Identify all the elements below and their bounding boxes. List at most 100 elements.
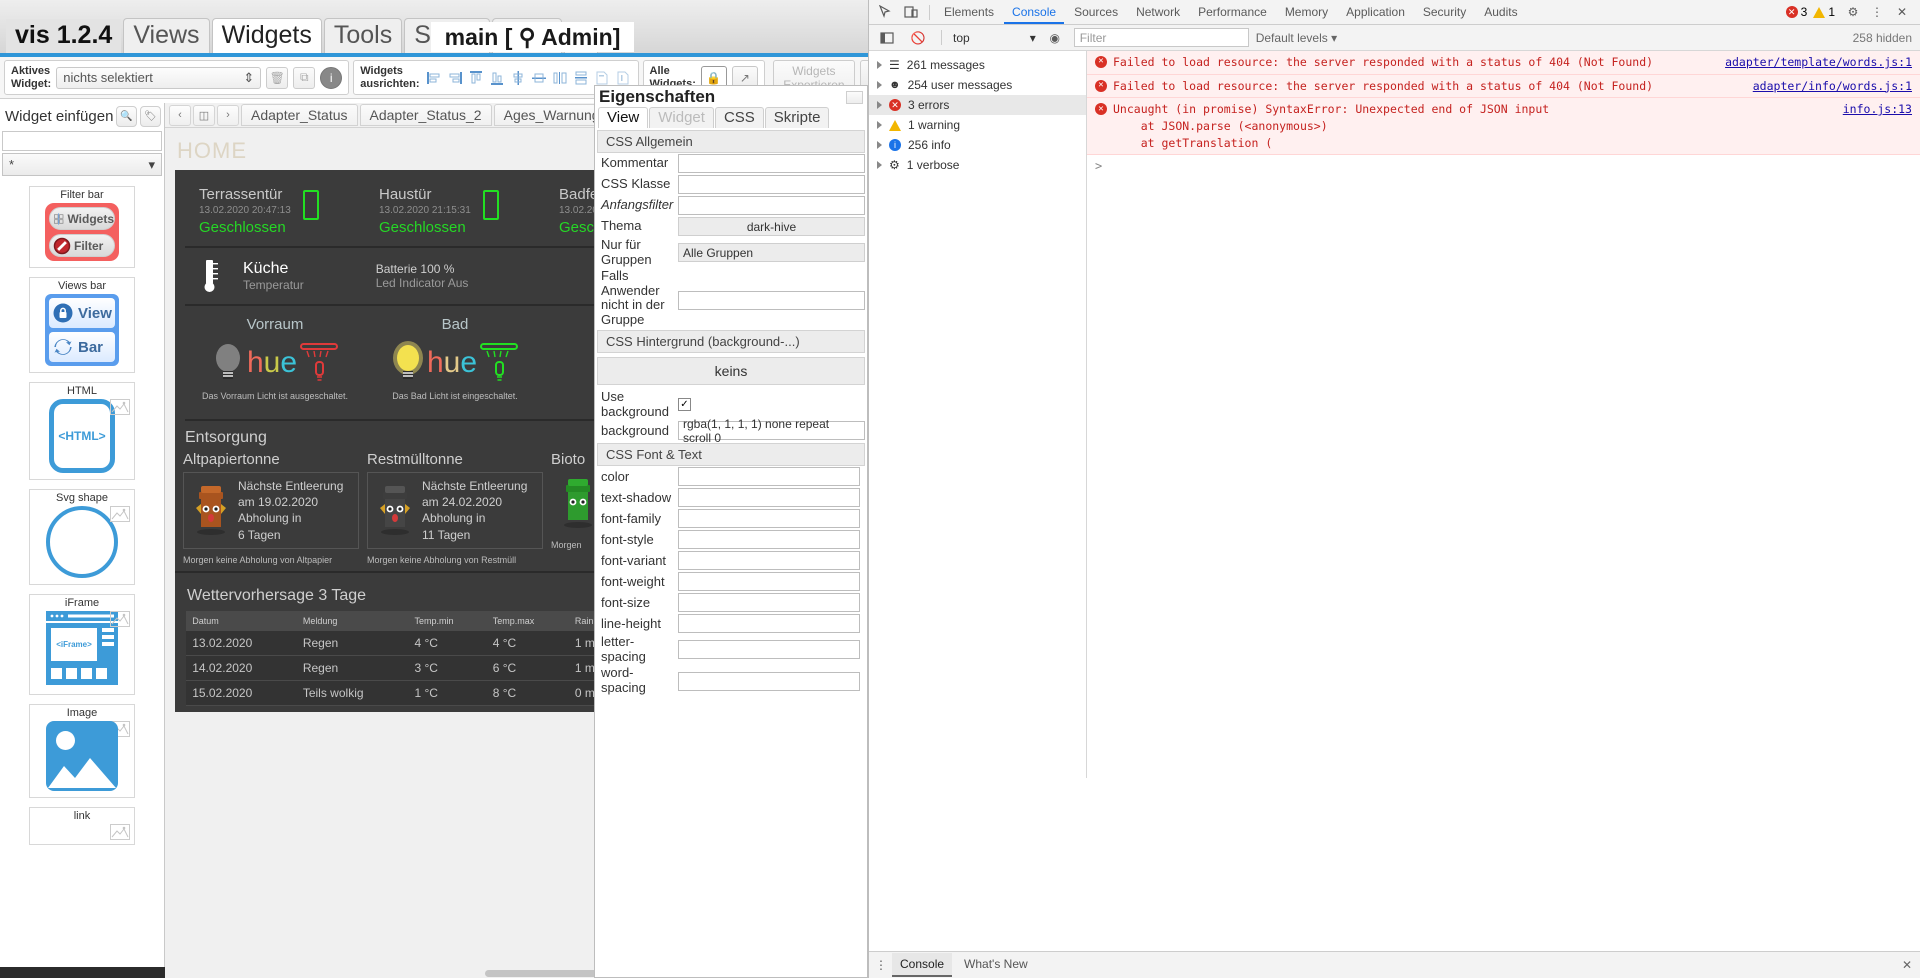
tab-security[interactable]: Security xyxy=(1415,1,1474,24)
font-weight-input[interactable] xyxy=(678,572,860,592)
section-css-font-text[interactable]: CSS Font & Text xyxy=(597,443,865,467)
device-toolbar-icon[interactable] xyxy=(899,1,923,23)
tag-icon[interactable]: 🏷 xyxy=(140,106,161,127)
menu-tab-tools[interactable]: Tools xyxy=(323,18,403,53)
console-message[interactable]: ✕ Failed to load resource: the server re… xyxy=(1087,74,1920,99)
page-height-icon[interactable] xyxy=(614,69,632,87)
palette-card-html[interactable]: HTML <HTML> xyxy=(29,382,135,480)
section-css-hintergrund[interactable]: CSS Hintergrund (background-...) xyxy=(597,330,865,354)
tab-elements[interactable]: Elements xyxy=(936,1,1002,24)
tab-performance[interactable]: Performance xyxy=(1190,1,1275,24)
view-list-button[interactable]: ◫ xyxy=(193,104,215,126)
drawer-close-icon[interactable]: ✕ xyxy=(1902,958,1920,972)
menu-tab-setup[interactable]: Setup xyxy=(404,18,490,53)
console-message-link[interactable]: adapter/template/words.js:1 xyxy=(1725,54,1912,71)
clear-console-icon[interactable]: 🚫 xyxy=(906,27,930,49)
align-center-horizontal-icon[interactable] xyxy=(530,69,548,87)
use-background-checkbox[interactable]: ✓ xyxy=(678,398,691,412)
view-tab-adapter-status[interactable]: Adapter_Status xyxy=(241,104,358,126)
warning-badge[interactable]: 1 xyxy=(1813,5,1835,19)
palette-card-iframe[interactable]: iFrame <iFrame> xyxy=(29,594,135,695)
search-icon[interactable]: 🔍 xyxy=(116,106,137,127)
resize-grip-icon[interactable] xyxy=(846,90,863,104)
console-message-list[interactable]: ✕ Failed to load resource: the server re… xyxy=(1087,51,1920,778)
align-right-icon[interactable] xyxy=(446,69,464,87)
tab-widget[interactable]: Widget xyxy=(649,107,714,128)
tab-audits[interactable]: Audits xyxy=(1476,1,1525,24)
console-filter-input[interactable]: Filter xyxy=(1073,28,1249,47)
align-top-icon[interactable] xyxy=(467,69,485,87)
light-cell-bad[interactable]: hue Das Bad Licht ist eingeschaltet. xyxy=(365,339,545,401)
sidebar-item-warnings[interactable]: 1 warning xyxy=(869,115,1086,135)
font-variant-input[interactable] xyxy=(678,551,860,571)
sidebar-item-info[interactable]: i 256 info xyxy=(869,135,1086,155)
menu-tab-views[interactable]: Views xyxy=(123,18,210,53)
inspect-element-icon[interactable] xyxy=(873,1,897,23)
tab-css[interactable]: CSS xyxy=(714,107,764,128)
text-shadow-input[interactable] xyxy=(678,488,860,508)
gruppen-select[interactable]: Alle Gruppen xyxy=(678,243,865,263)
tab-skripte[interactable]: Skripte xyxy=(764,107,830,128)
sidebar-item-user-messages[interactable]: ☻ 254 user messages xyxy=(869,75,1086,95)
tab-application[interactable]: Application xyxy=(1338,1,1413,24)
sidebar-item-messages[interactable]: ☰ 261 messages xyxy=(869,55,1086,75)
tab-sources[interactable]: Sources xyxy=(1066,1,1126,24)
console-prompt[interactable]: > xyxy=(1087,155,1920,177)
distribute-horizontal-icon[interactable] xyxy=(551,69,569,87)
error-badge[interactable]: ✕ 3 xyxy=(1785,5,1807,19)
kommentar-input[interactable] xyxy=(678,154,865,173)
context-selector[interactable]: top ▾ xyxy=(953,31,1036,45)
view-tab-adapter-status-2[interactable]: Adapter_Status_2 xyxy=(359,104,492,126)
page-width-icon[interactable] xyxy=(593,69,611,87)
console-message-link[interactable]: adapter/info/words.js:1 xyxy=(1753,78,1912,95)
view-tab-ages-warnung[interactable]: Ages_Warnung xyxy=(493,104,610,126)
falls-anwender-input[interactable] xyxy=(678,291,865,311)
align-left-icon[interactable] xyxy=(425,69,443,87)
more-options-icon[interactable]: ⋮ xyxy=(1871,5,1884,19)
font-style-input[interactable] xyxy=(678,530,860,550)
line-height-input[interactable] xyxy=(678,614,860,634)
background-input[interactable]: rgba(1, 1, 1, 1) none repeat scroll 0 xyxy=(678,417,865,445)
palette-card-link[interactable]: link xyxy=(29,807,135,845)
console-message-link[interactable]: info.js:13 xyxy=(1843,101,1912,151)
next-view-button[interactable]: › xyxy=(217,104,239,126)
live-expression-icon[interactable]: ◉ xyxy=(1043,27,1067,49)
distribute-vertical-icon[interactable] xyxy=(572,69,590,87)
tab-console[interactable]: Console xyxy=(1004,1,1065,24)
thema-select[interactable]: dark-hive xyxy=(678,217,865,236)
drawer-more-icon[interactable]: ⋮ xyxy=(875,958,888,972)
close-icon[interactable]: ✕ xyxy=(1890,1,1914,23)
anfangsfilter-input[interactable] xyxy=(678,196,865,215)
menu-tab-blank[interactable] xyxy=(563,22,598,53)
background-preview[interactable]: keins xyxy=(597,357,865,386)
letter-spacing-input[interactable] xyxy=(678,640,860,660)
font-family-input[interactable] xyxy=(678,509,860,529)
palette-card-svg-shape[interactable]: Svg shape xyxy=(29,489,135,585)
light-cell-vorraum[interactable]: hue Das Vorraum Licht ist ausgeschaltet. xyxy=(185,339,365,401)
font-size-input[interactable] xyxy=(678,593,860,613)
palette-card-list[interactable]: Filter bar Widgets Filter Views bar View… xyxy=(0,181,164,966)
css-klasse-input[interactable] xyxy=(678,175,865,194)
sidebar-item-errors[interactable]: ✕ 3 errors xyxy=(869,95,1086,115)
tab-network[interactable]: Network xyxy=(1128,1,1188,24)
active-widget-select[interactable]: nichts selektiert ⇕ xyxy=(56,66,262,89)
console-message[interactable]: ✕ Uncaught (in promise) SyntaxError: Une… xyxy=(1087,98,1920,156)
palette-card-image[interactable]: Image xyxy=(29,704,135,798)
sidebar-item-verbose[interactable]: ⚙ 1 verbose xyxy=(869,155,1086,175)
menu-tab-widgets[interactable]: Widgets xyxy=(211,18,322,53)
word-spacing-input[interactable] xyxy=(678,671,860,691)
palette-card-filter-bar[interactable]: Filter bar Widgets Filter xyxy=(29,186,135,268)
section-css-allgemein[interactable]: CSS Allgemein xyxy=(597,130,865,153)
console-message[interactable]: ✕ Failed to load resource: the server re… xyxy=(1087,51,1920,75)
palette-search-input[interactable] xyxy=(2,131,162,151)
copy-widget-button[interactable]: ⧉ xyxy=(293,66,316,89)
align-center-vertical-icon[interactable] xyxy=(509,69,527,87)
log-levels-select[interactable]: Default levels ▾ xyxy=(1256,31,1337,45)
tab-memory[interactable]: Memory xyxy=(1277,1,1336,24)
align-bottom-icon[interactable] xyxy=(488,69,506,87)
settings-gear-icon[interactable]: ⚙ xyxy=(1841,1,1865,23)
palette-filter-select[interactable]: * ▾ xyxy=(2,153,162,176)
delete-widget-button[interactable]: 🗑 xyxy=(266,66,289,89)
drawer-tab-whats-new[interactable]: What's New xyxy=(956,953,1036,977)
toggle-console-sidebar-icon[interactable] xyxy=(875,27,899,49)
